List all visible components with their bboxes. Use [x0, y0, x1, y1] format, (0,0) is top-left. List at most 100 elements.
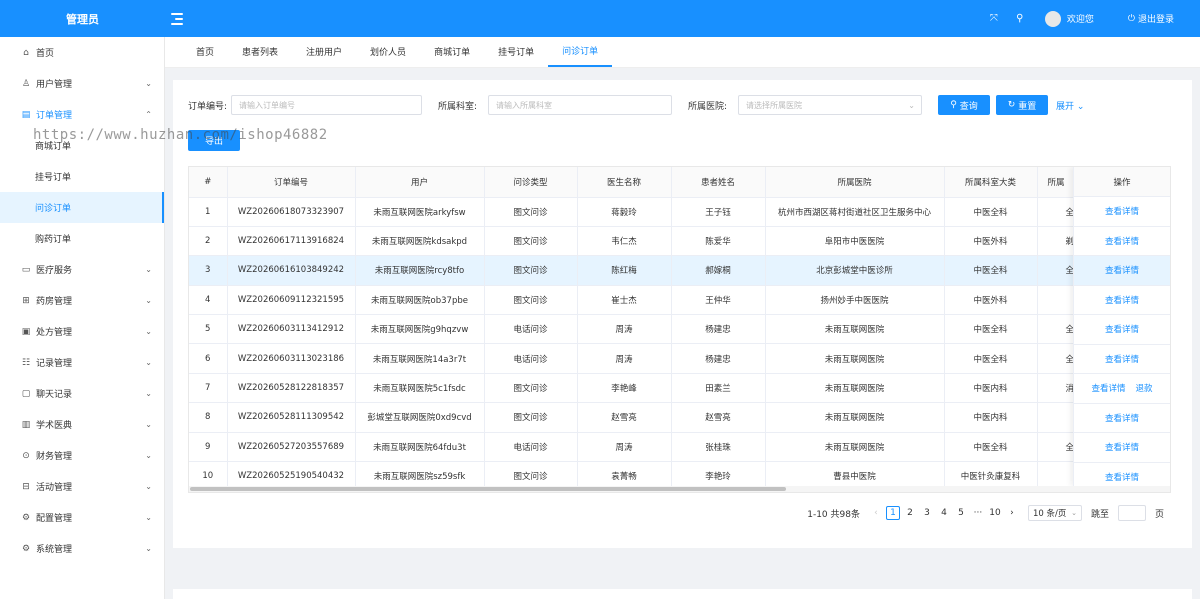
page-ellipsis[interactable]: ···	[971, 506, 985, 520]
hospital-select[interactable]: 请选择所属医院 ⌄	[738, 95, 922, 115]
chevron-down-icon: ⌄	[145, 482, 152, 491]
view-details-link[interactable]: 查看详情	[1105, 235, 1139, 247]
cell-index: 3	[189, 255, 228, 286]
sidebar-subitem-consultation-orders[interactable]: 问诊订单	[0, 192, 164, 223]
sidebar-subitem-medicine-orders[interactable]: 购药订单	[0, 223, 164, 254]
page-2[interactable]: 2	[903, 506, 917, 520]
sidebar-item-academic[interactable]: ▥ 学术医典 ⌄	[0, 409, 164, 440]
sidebar-item-records[interactable]: ☷ 记录管理 ⌄	[0, 347, 164, 378]
prev-page-icon[interactable]: ‹	[869, 506, 883, 520]
chevron-down-icon: ⌄	[145, 513, 152, 522]
tab-registered-users[interactable]: 注册用户	[292, 36, 356, 67]
dept-input[interactable]: 请输入所属科室	[488, 95, 672, 115]
table-row[interactable]: 5 WZ20260603113412912 未雨互联网医院g9hqzvw 电话问…	[189, 314, 1170, 345]
cell-dept: 中医内科	[944, 373, 1038, 404]
next-page-icon[interactable]: ›	[1005, 506, 1019, 520]
avatar[interactable]	[1044, 10, 1061, 27]
page-4[interactable]: 4	[937, 506, 951, 520]
cell-patient: 陈爱华	[671, 226, 766, 257]
column-header: 所属科室大类	[944, 167, 1038, 198]
menu-collapse-icon[interactable]	[171, 12, 187, 26]
table-row[interactable]: 7 WZ20260528122818357 未雨互联网医院5c1fsdc 图文问…	[189, 373, 1170, 404]
refund-link[interactable]: 退款	[1136, 382, 1153, 394]
record-icon: ☷	[21, 357, 31, 368]
order-no-input[interactable]: 请输入订单编号	[231, 95, 422, 115]
chevron-down-icon: ⌄	[145, 358, 152, 367]
view-details-link[interactable]: 查看详情	[1105, 441, 1139, 453]
sidebar-item-home[interactable]: ⌂ 首页	[0, 37, 164, 68]
table-row[interactable]: 4 WZ20260609112321595 未雨互联网医院ob37pbe 图文问…	[189, 285, 1170, 316]
view-details-link[interactable]: 查看详情	[1091, 382, 1125, 394]
monitor-icon: ▭	[21, 264, 31, 275]
sidebar-subitem-registration-orders[interactable]: 挂号订单	[0, 161, 164, 192]
sidebar-item-chat[interactable]: ▢ 聊天记录 ⌄	[0, 378, 164, 409]
tab-consultation-orders[interactable]: 问诊订单	[548, 36, 613, 67]
search-icon[interactable]: ⚲	[1007, 0, 1033, 37]
table-row[interactable]: 9 WZ20260527203557689 未雨互联网医院64fdu3t 电话问…	[189, 432, 1170, 463]
page-size-select[interactable]: 10 条/页 ⌄	[1027, 505, 1082, 521]
logout-button[interactable]: ⏻ 退出登录	[1128, 12, 1174, 26]
expand-toggle[interactable]: 展开 ⌄	[1056, 99, 1084, 112]
chevron-down-icon: ⌄	[145, 327, 152, 336]
search-button[interactable]: ⚲ 查询	[938, 95, 990, 115]
search-button-label: 查询	[959, 101, 978, 112]
page-10[interactable]: 10	[988, 506, 1002, 520]
view-details-link[interactable]: 查看详情	[1105, 471, 1139, 483]
cell-user: 未雨互联网医院14a3r7t	[355, 343, 485, 374]
sidebar-item-pharmacy[interactable]: ⊞ 药房管理 ⌄	[0, 285, 164, 316]
cell-index: 8	[189, 402, 228, 433]
home-icon: ⌂	[23, 47, 29, 58]
view-details-link[interactable]: 查看详情	[1105, 205, 1139, 217]
sidebar-item-users[interactable]: ♙ 用户管理 ⌄	[0, 68, 164, 99]
main-area: 首页 患者列表 注册用户 划价人员 商城订单 挂号订单 问诊订单 订单编号: 请…	[165, 37, 1200, 599]
table-row[interactable]: 6 WZ20260603113023186 未雨互联网医院14a3r7t 电话问…	[189, 343, 1170, 374]
pagination: 1-10 共98条 ‹ 1 2 3 4 5 ··· 10 › 10 条/页 ⌄ …	[807, 505, 1164, 521]
sidebar-item-medical-services[interactable]: ▭ 医疗服务 ⌄	[0, 254, 164, 285]
page-5[interactable]: 5	[954, 506, 968, 520]
tab-patients[interactable]: 患者列表	[228, 36, 292, 67]
table-row[interactable]: 2 WZ20260617113916824 未雨互联网医院kdsakpd 图文问…	[189, 226, 1170, 257]
cell-dept: 中医全科	[944, 255, 1038, 286]
cell-hospital: 北京彭城堂中医诊所	[765, 255, 945, 286]
sidebar-item-prescriptions[interactable]: ▣ 处方管理 ⌄	[0, 316, 164, 347]
sidebar-item-orders[interactable]: ▤ 订单管理 ⌃	[0, 99, 164, 130]
table-row[interactable]: 3 WZ20260616103849242 未雨互联网医院rcy8tfo 图文问…	[189, 255, 1170, 286]
page-1[interactable]: 1	[885, 506, 900, 520]
jump-page-input[interactable]	[1117, 505, 1146, 521]
table-row[interactable]: 8 WZ20260528111309542 彭城堂互联网医院0xd9cvd 图文…	[189, 402, 1170, 433]
fullscreen-icon[interactable]: ⤧	[981, 0, 1007, 37]
view-details-link[interactable]: 查看详情	[1105, 412, 1139, 424]
reset-button[interactable]: ↻ 重置	[996, 95, 1048, 115]
cell-dept: 中医外科	[944, 226, 1038, 257]
horizontal-scrollbar[interactable]	[189, 486, 1170, 492]
table-row[interactable]: 1 WZ20260618073323907 未雨互联网医院arkyfsw 图文问…	[189, 197, 1170, 227]
sidebar-item-activities[interactable]: ⊟ 活动管理 ⌄	[0, 471, 164, 502]
cell-doctor: 李艳峰	[577, 373, 672, 404]
sidebar-item-label: 系统管理	[36, 545, 73, 555]
action-cell: 查看详情	[1074, 315, 1170, 345]
cell-user: 未雨互联网医院ob37pbe	[355, 285, 485, 316]
filter-form: 订单编号: 请输入订单编号 所属科室: 请输入所属科室 所属医院: 请选择所属医…	[188, 95, 1084, 115]
chat-icon: ▢	[21, 388, 31, 399]
view-details-link[interactable]: 查看详情	[1105, 294, 1139, 306]
tab-pricing-staff[interactable]: 划价人员	[356, 36, 420, 67]
sidebar-item-finance[interactable]: ⊙ 财务管理 ⌄	[0, 440, 164, 471]
sidebar-item-label: 财务管理	[36, 452, 73, 462]
sidebar-item-label: 医疗服务	[36, 266, 73, 276]
scrollbar-thumb[interactable]	[190, 487, 786, 491]
view-details-link[interactable]: 查看详情	[1105, 323, 1139, 335]
cell-patient: 王仲华	[671, 285, 766, 316]
cell-type: 图文问诊	[484, 226, 578, 257]
cell-order-no: WZ20260528111309542	[227, 402, 356, 433]
sidebar-item-system[interactable]: ⚙ 系统管理 ⌄	[0, 533, 164, 564]
view-details-link[interactable]: 查看详情	[1105, 353, 1139, 365]
cell-hospital: 杭州市西湖区蒋村街道社区卫生服务中心	[765, 197, 945, 227]
tab-registration-orders[interactable]: 挂号订单	[484, 36, 548, 67]
orders-table: # 订单编号 用户 问诊类型 医生名称 患者姓名 所属医院 所属科室大类 所属 …	[188, 166, 1171, 493]
cell-order-no: WZ20260528122818357	[227, 373, 356, 404]
view-details-link[interactable]: 查看详情	[1105, 264, 1139, 276]
sidebar-item-config[interactable]: ⚙ 配置管理 ⌄	[0, 502, 164, 533]
page-3[interactable]: 3	[920, 506, 934, 520]
tab-home[interactable]: 首页	[182, 36, 228, 67]
tab-mall-orders[interactable]: 商城订单	[420, 36, 484, 67]
